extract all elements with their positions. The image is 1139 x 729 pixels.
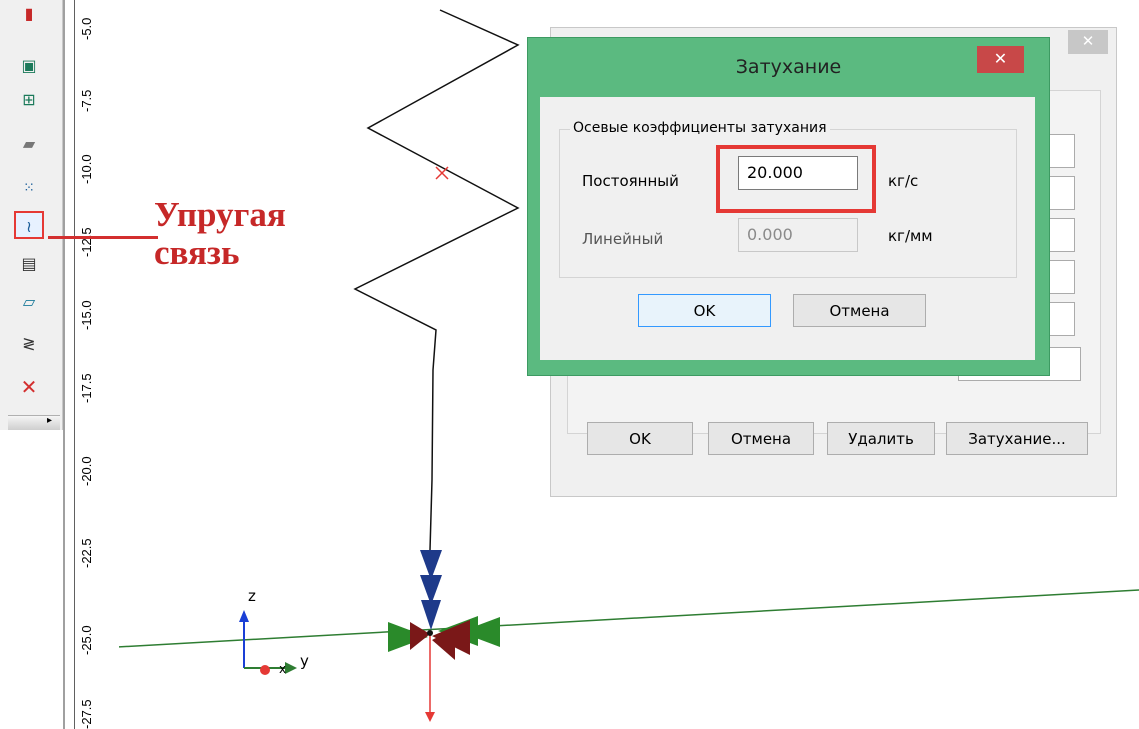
cube-icon[interactable]: ▮ — [14, 0, 44, 28]
dialog-body: Осевые коэффициенты затухания Постоянный… — [540, 97, 1035, 360]
linear-input: 0.000 — [738, 218, 858, 252]
x-axis-label: x — [279, 662, 287, 676]
ruler-label: -17.5 — [79, 373, 94, 403]
ruler-label: -5.0 — [79, 17, 94, 40]
ruler-label: -12.5 — [79, 227, 94, 257]
ruler-label: -15.0 — [79, 300, 94, 330]
delete-icon[interactable]: ✕ — [14, 373, 44, 401]
group-title: Осевые коэффициенты затухания — [570, 120, 830, 136]
annotation-label: Упругая связь — [154, 196, 344, 272]
close-icon[interactable]: ✕ — [977, 46, 1024, 73]
ruler-label: -22.5 — [79, 538, 94, 568]
ok-button[interactable]: OK — [587, 422, 693, 455]
linear-label: Линейный — [582, 230, 664, 248]
axis-triad — [239, 610, 297, 675]
close-icon[interactable]: ✕ — [1068, 30, 1108, 54]
spring-zigzag — [353, 9, 520, 551]
delete-button[interactable]: Удалить — [827, 422, 935, 455]
spring-icon[interactable]: ≀ — [14, 211, 44, 239]
dialog-title: Затухание — [735, 56, 842, 78]
toolbar-blank — [0, 430, 62, 729]
vertical-ruler: -5.0 -7.5 -10.0 -12.5 -15.0 -17.5 -20.0 … — [63, 0, 119, 729]
add-part-icon[interactable]: ⊞ — [14, 86, 44, 114]
annotation-line-2: связь — [154, 233, 240, 272]
annotation-pointer — [48, 236, 158, 239]
damping-button[interactable]: Затухание... — [946, 422, 1088, 455]
ruler-label: -25.0 — [79, 625, 94, 655]
highlight-box — [716, 145, 876, 213]
ruler-label: -27.5 — [79, 699, 94, 729]
ruler-label: -7.5 — [79, 89, 94, 112]
annotation-line-1: Упругая — [154, 195, 286, 234]
box-view-icon[interactable]: ▣ — [14, 52, 44, 80]
ruler-label: -20.0 — [79, 456, 94, 486]
ruler-label: -10.0 — [79, 154, 94, 184]
plane-icon[interactable]: ⏥ — [14, 288, 44, 316]
constant-unit: кг/с — [888, 172, 919, 190]
z-arrows — [420, 550, 442, 630]
left-toolbar: ▮ ▣ ⊞ ▰ ⁙ ≀ ▤ ⏥ ≷ ✕ ▸ — [0, 0, 63, 432]
y-axis-line — [117, 589, 1139, 648]
cancel-button[interactable]: Отмена — [708, 422, 814, 455]
x-arrows — [410, 620, 470, 660]
chevron-right-icon: ▸ — [46, 415, 52, 426]
constant-label: Постоянный — [582, 172, 679, 190]
ok-button[interactable]: OK — [638, 294, 771, 327]
spring-chain-icon[interactable]: ≷ — [14, 330, 44, 358]
y-axis-label: y — [300, 652, 309, 670]
cancel-button[interactable]: Отмена — [793, 294, 926, 327]
printer-icon[interactable]: ▤ — [14, 250, 44, 278]
truck-icon[interactable]: ▰ — [14, 130, 44, 158]
linear-unit: кг/мм — [888, 227, 933, 245]
z-axis-label: z — [248, 587, 256, 605]
network-icon[interactable]: ⁙ — [14, 174, 44, 202]
center-mark — [435, 166, 449, 180]
